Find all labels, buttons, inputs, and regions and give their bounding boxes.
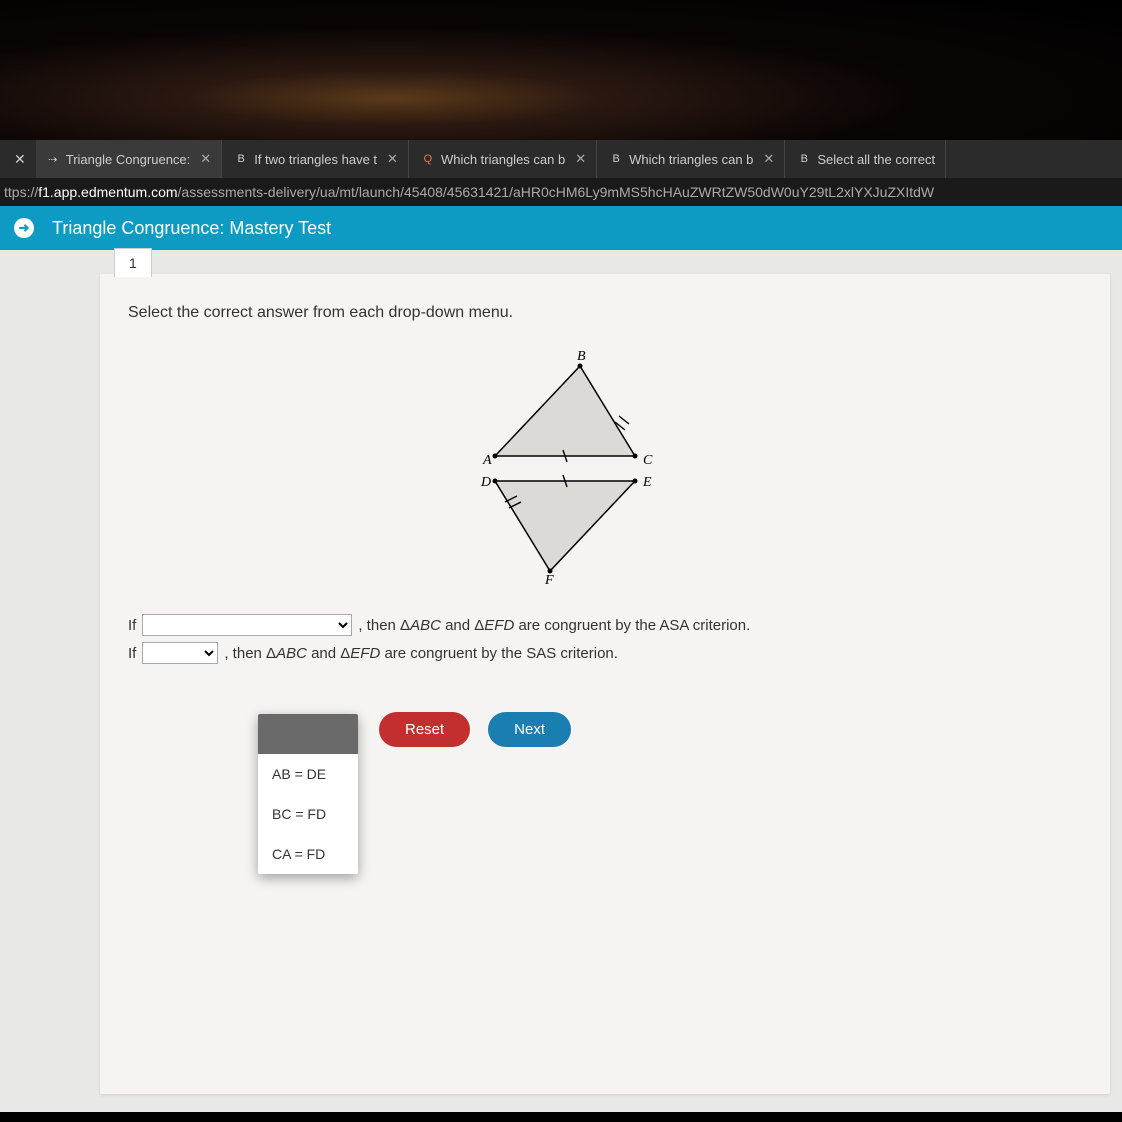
statement-sas: If , then ΔABC and ΔEFD are congruent by…	[128, 642, 1082, 664]
svg-text:A: A	[482, 453, 492, 468]
tab-label: Which triangles can b	[629, 152, 753, 167]
content-area: 1 Select the correct answer from each dr…	[0, 250, 1122, 1112]
back-arrow-icon[interactable]: ➜	[14, 218, 34, 238]
page-title: Triangle Congruence: Mastery Test	[52, 218, 331, 239]
url-prefix: ttps://	[4, 184, 38, 200]
tab-select-all-correct[interactable]: B Select all the correct	[787, 140, 946, 178]
tab-close-icon[interactable]: ✕	[575, 151, 586, 167]
tab-if-two-triangles[interactable]: B If two triangles have t ✕	[224, 140, 409, 178]
dropdown-option-blank[interactable]	[258, 714, 358, 754]
if-label: If	[128, 617, 136, 634]
tab-close-icon[interactable]: ✕	[200, 151, 211, 167]
tab-label: If two triangles have t	[254, 152, 377, 167]
url-host: f1.app.edmentum.com	[38, 184, 177, 200]
svg-text:B: B	[577, 349, 586, 364]
dropdown-option[interactable]: BC = FD	[258, 794, 358, 834]
address-bar[interactable]: ttps://f1.app.edmentum.com/assessments-d…	[0, 178, 1122, 206]
tab-icon: B	[609, 153, 623, 165]
statement-asa: If , then ΔABC and ΔEFD are congruent by…	[128, 614, 1082, 636]
tab-icon: ⇢	[46, 153, 60, 166]
svg-text:D: D	[480, 475, 491, 490]
if-label: If	[128, 645, 136, 662]
search-icon: Q	[421, 153, 435, 165]
tab-label: Which triangles can b	[441, 152, 565, 167]
question-number-tab[interactable]: 1	[114, 248, 152, 277]
question-prompt: Select the correct answer from each drop…	[128, 304, 1082, 322]
close-icon[interactable]: ✕	[6, 151, 34, 168]
next-button[interactable]: Next	[488, 712, 571, 747]
sas-dropdown[interactable]	[142, 642, 218, 664]
tab-close-icon[interactable]: ✕	[763, 151, 774, 167]
tab-label: Select all the correct	[817, 152, 935, 167]
dropdown-option[interactable]: CA = FD	[258, 834, 358, 874]
reset-button[interactable]: Reset	[379, 712, 470, 747]
tab-which-triangles-2[interactable]: B Which triangles can b ✕	[599, 140, 785, 178]
svg-text:C: C	[643, 453, 653, 468]
svg-text:F: F	[544, 573, 554, 586]
sas-dropdown-popup[interactable]: AB = DE BC = FD CA = FD	[258, 714, 358, 874]
asa-dropdown[interactable]	[142, 614, 352, 636]
browser-tab-bar: ✕ ⇢ Triangle Congruence: ✕ B If two tria…	[0, 140, 1122, 178]
tab-which-triangles-1[interactable]: Q Which triangles can b ✕	[411, 140, 597, 178]
tab-icon: B	[797, 153, 811, 165]
tab-triangle-congruence[interactable]: ⇢ Triangle Congruence: ✕	[36, 140, 222, 178]
triangle-diagram: A B C D E F	[465, 346, 745, 586]
url-path: /assessments-delivery/ua/mt/launch/45408…	[178, 184, 935, 200]
photo-background	[0, 0, 1122, 140]
app-header: ➜ Triangle Congruence: Mastery Test	[0, 206, 1122, 250]
tab-close-icon[interactable]: ✕	[387, 151, 398, 167]
tab-label: Triangle Congruence:	[66, 152, 191, 167]
svg-text:E: E	[642, 475, 652, 490]
tab-icon: B	[234, 153, 248, 165]
dropdown-option[interactable]: AB = DE	[258, 754, 358, 794]
question-card: 1 Select the correct answer from each dr…	[100, 274, 1110, 1094]
